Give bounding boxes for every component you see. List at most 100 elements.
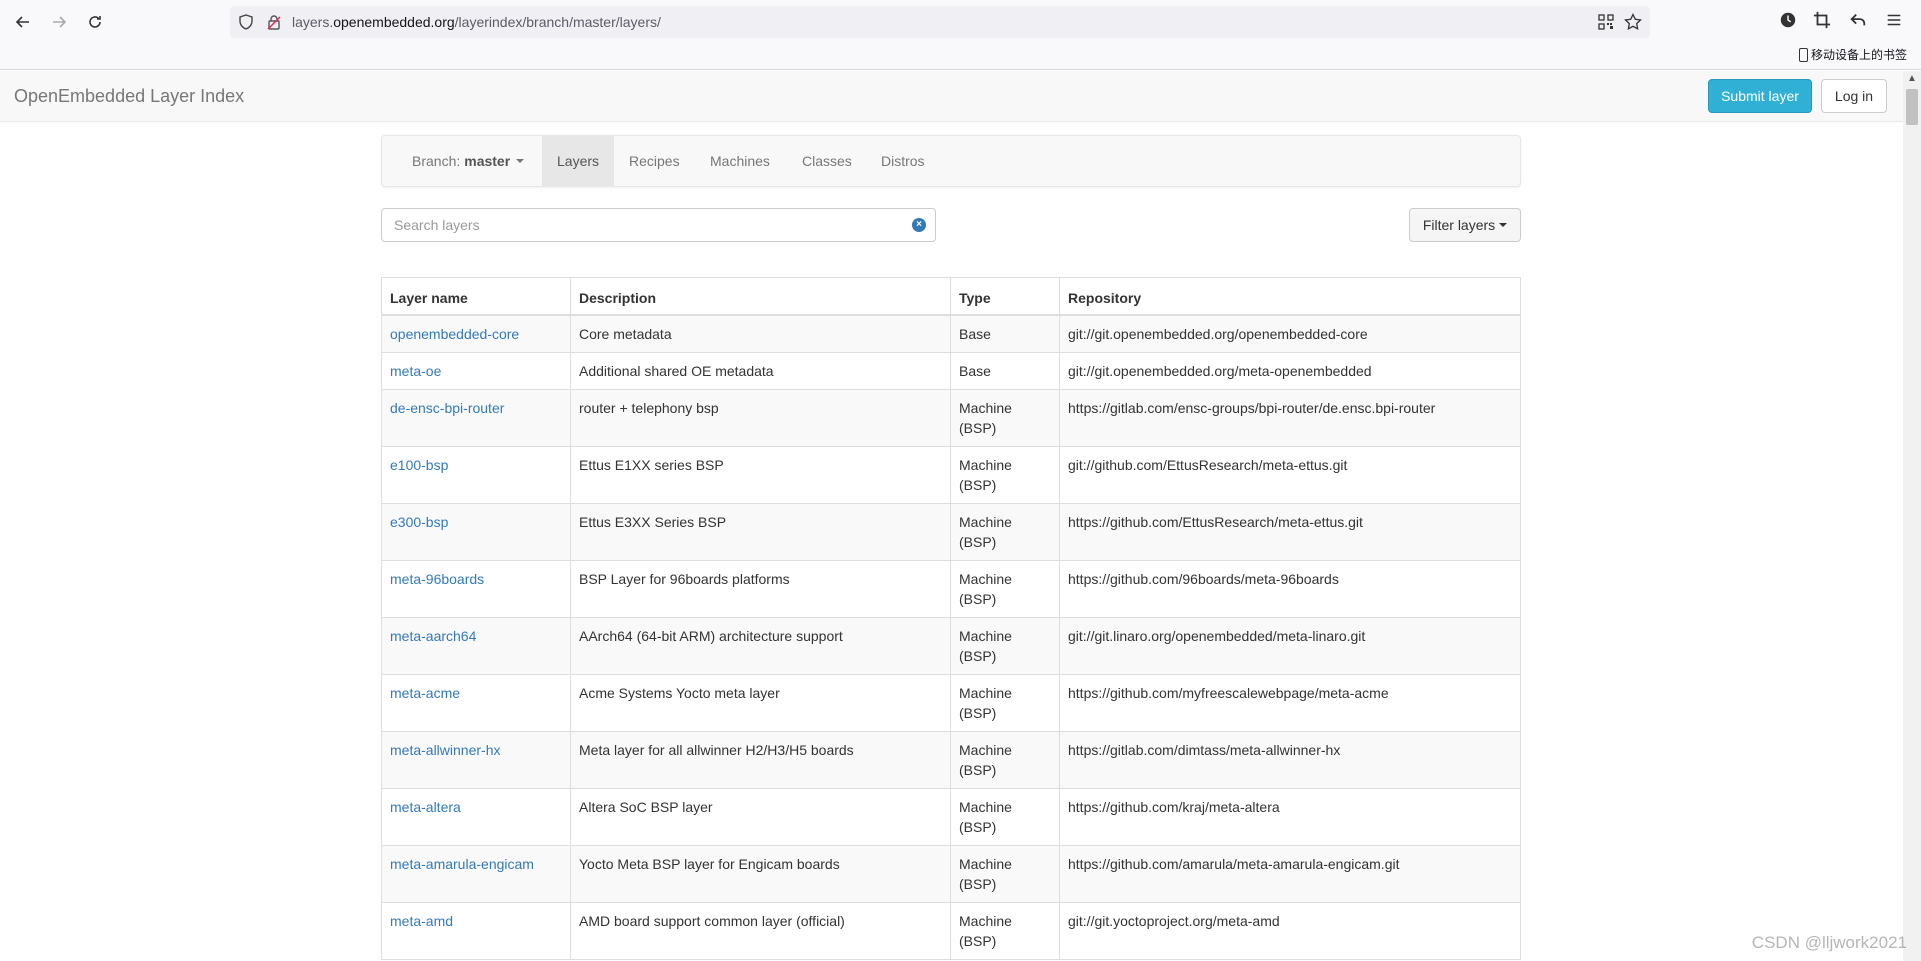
browser-toolbar: layers.openembedded.org/layerindex/branc… bbox=[0, 0, 1921, 70]
table-row: meta-amd AMD board support common layer … bbox=[381, 901, 1521, 960]
section-nav: Branch: master Layers Recipes Machines C… bbox=[381, 135, 1521, 187]
layer-type: Base bbox=[950, 351, 1060, 390]
tab-distros[interactable]: Distros bbox=[866, 136, 940, 186]
layer-description: Ettus E1XX series BSP bbox=[570, 445, 951, 504]
layer-type: Machine (BSP) bbox=[950, 445, 1060, 504]
scrollbar-thumb[interactable] bbox=[1906, 89, 1918, 125]
branch-dropdown[interactable]: Branch: master bbox=[397, 136, 539, 186]
tab-classes[interactable]: Classes bbox=[787, 136, 867, 186]
layer-description: Core metadata bbox=[570, 314, 951, 353]
layer-link[interactable]: meta-allwinner-hx bbox=[390, 742, 500, 758]
submit-layer-button[interactable]: Submit layer bbox=[1708, 79, 1812, 113]
layer-link[interactable]: meta-amarula-engicam bbox=[390, 856, 534, 872]
account-icon[interactable] bbox=[1778, 10, 1798, 30]
layer-repository: https://github.com/amarula/meta-amarula-… bbox=[1059, 844, 1521, 903]
layer-type: Machine (BSP) bbox=[950, 730, 1060, 789]
layer-link[interactable]: openembedded-core bbox=[390, 326, 519, 342]
layer-link[interactable]: e300-bsp bbox=[390, 514, 448, 530]
layer-description: BSP Layer for 96boards platforms bbox=[570, 559, 951, 618]
column-header-type[interactable]: Type bbox=[950, 277, 1060, 316]
table-row: meta-altera Altera SoC BSP layer Machine… bbox=[381, 787, 1521, 846]
layers-table: Layer name Description Type Repository o… bbox=[381, 277, 1521, 960]
table-row: meta-acme Acme Systems Yocto meta layer … bbox=[381, 673, 1521, 732]
layer-link[interactable]: meta-oe bbox=[390, 363, 441, 379]
layer-link[interactable]: de-ensc-bpi-router bbox=[390, 400, 504, 416]
screenshot-crop-icon[interactable] bbox=[1812, 10, 1832, 30]
layer-type: Machine (BSP) bbox=[950, 844, 1060, 903]
url-text[interactable]: layers.openembedded.org/layerindex/branc… bbox=[292, 14, 661, 30]
caret-down-icon bbox=[516, 159, 525, 163]
forward-arrow-icon[interactable] bbox=[45, 8, 73, 36]
layer-type: Machine (BSP) bbox=[950, 502, 1060, 561]
site-navbar: OpenEmbedded Layer Index Submit layer Lo… bbox=[0, 71, 1903, 122]
column-header-layer-name[interactable]: Layer name bbox=[381, 277, 571, 316]
mobile-bookmarks[interactable]: 移动设备上的书签 bbox=[1798, 46, 1907, 63]
layer-description: AArch64 (64-bit ARM) architecture suppor… bbox=[570, 616, 951, 675]
search-box: × bbox=[381, 208, 936, 242]
menu-icon[interactable] bbox=[1884, 10, 1904, 30]
layer-type: Machine (BSP) bbox=[950, 787, 1060, 846]
layer-repository: git://git.yoctoproject.org/meta-amd bbox=[1059, 901, 1521, 960]
table-row: meta-allwinner-hx Meta layer for all all… bbox=[381, 730, 1521, 789]
layer-link[interactable]: meta-altera bbox=[390, 799, 461, 815]
layer-repository: https://github.com/EttusResearch/meta-et… bbox=[1059, 502, 1521, 561]
tab-layers[interactable]: Layers bbox=[542, 136, 615, 186]
layer-repository: https://github.com/96boards/meta-96board… bbox=[1059, 559, 1521, 618]
layer-repository: git://git.openembedded.org/openembedded-… bbox=[1059, 314, 1521, 353]
layer-description: Yocto Meta BSP layer for Engicam boards bbox=[570, 844, 951, 903]
table-row: meta-96boards BSP Layer for 96boards pla… bbox=[381, 559, 1521, 618]
table-row: de-ensc-bpi-router router + telephony bs… bbox=[381, 388, 1521, 447]
back-arrow-icon[interactable] bbox=[9, 8, 37, 36]
layer-repository: git://github.com/EttusResearch/meta-ettu… bbox=[1059, 445, 1521, 504]
layer-type: Base bbox=[950, 314, 1060, 353]
layer-type: Machine (BSP) bbox=[950, 559, 1060, 618]
bookmark-star-icon[interactable] bbox=[1624, 13, 1642, 31]
layer-repository: https://github.com/kraj/meta-altera bbox=[1059, 787, 1521, 846]
filter-layers-button[interactable]: Filter layers bbox=[1409, 208, 1521, 242]
address-bar[interactable]: layers.openembedded.org/layerindex/branc… bbox=[230, 6, 1650, 38]
undo-icon[interactable] bbox=[1848, 10, 1868, 30]
layer-link[interactable]: meta-96boards bbox=[390, 571, 484, 587]
layer-description: AMD board support common layer (official… bbox=[570, 901, 951, 960]
watermark: CSDN @lljwork2021 bbox=[1751, 933, 1907, 952]
layer-repository: https://gitlab.com/ensc-groups/bpi-route… bbox=[1059, 388, 1521, 447]
layer-type: Machine (BSP) bbox=[950, 673, 1060, 732]
lock-warning-icon[interactable] bbox=[266, 14, 282, 30]
reload-icon[interactable] bbox=[81, 8, 109, 36]
caret-down-icon bbox=[1499, 223, 1508, 227]
layer-description: Altera SoC BSP layer bbox=[570, 787, 951, 846]
layer-type: Machine (BSP) bbox=[950, 388, 1060, 447]
phone-icon bbox=[1798, 47, 1808, 62]
search-input[interactable] bbox=[382, 209, 902, 241]
table-row: meta-amarula-engicam Yocto Meta BSP laye… bbox=[381, 844, 1521, 903]
table-row: e300-bsp Ettus E3XX Series BSP Machine (… bbox=[381, 502, 1521, 561]
site-brand[interactable]: OpenEmbedded Layer Index bbox=[14, 86, 244, 107]
layer-type: Machine (BSP) bbox=[950, 616, 1060, 675]
tab-machines[interactable]: Machines bbox=[695, 136, 785, 186]
layer-repository: https://gitlab.com/dimtass/meta-allwinne… bbox=[1059, 730, 1521, 789]
layer-description: Ettus E3XX Series BSP bbox=[570, 502, 951, 561]
column-header-repository[interactable]: Repository bbox=[1059, 277, 1521, 316]
login-button[interactable]: Log in bbox=[1821, 79, 1887, 113]
layer-link[interactable]: meta-amd bbox=[390, 913, 453, 929]
page-scrollbar[interactable]: ▲ bbox=[1903, 71, 1921, 961]
layer-description: Meta layer for all allwinner H2/H3/H5 bo… bbox=[570, 730, 951, 789]
clear-search-icon[interactable]: × bbox=[912, 218, 926, 232]
table-row: meta-aarch64 AArch64 (64-bit ARM) archit… bbox=[381, 616, 1521, 675]
layer-description: router + telephony bsp bbox=[570, 388, 951, 447]
layer-repository: git://git.openembedded.org/meta-openembe… bbox=[1059, 351, 1521, 390]
qr-code-icon[interactable] bbox=[1598, 14, 1614, 30]
layer-link[interactable]: e100-bsp bbox=[390, 457, 448, 473]
layer-description: Acme Systems Yocto meta layer bbox=[570, 673, 951, 732]
scroll-up-arrow-icon[interactable]: ▲ bbox=[1907, 73, 1917, 84]
column-header-description[interactable]: Description bbox=[570, 277, 951, 316]
shield-icon[interactable] bbox=[238, 14, 254, 30]
layer-repository: https://github.com/myfreescalewebpage/me… bbox=[1059, 673, 1521, 732]
table-row: e100-bsp Ettus E1XX series BSP Machine (… bbox=[381, 445, 1521, 504]
layer-link[interactable]: meta-acme bbox=[390, 685, 460, 701]
layer-repository: git://git.linaro.org/openembedded/meta-l… bbox=[1059, 616, 1521, 675]
layer-link[interactable]: meta-aarch64 bbox=[390, 628, 476, 644]
tab-recipes[interactable]: Recipes bbox=[614, 136, 695, 186]
layer-description: Additional shared OE metadata bbox=[570, 351, 951, 390]
table-row: meta-oe Additional shared OE metadata Ba… bbox=[381, 351, 1521, 390]
